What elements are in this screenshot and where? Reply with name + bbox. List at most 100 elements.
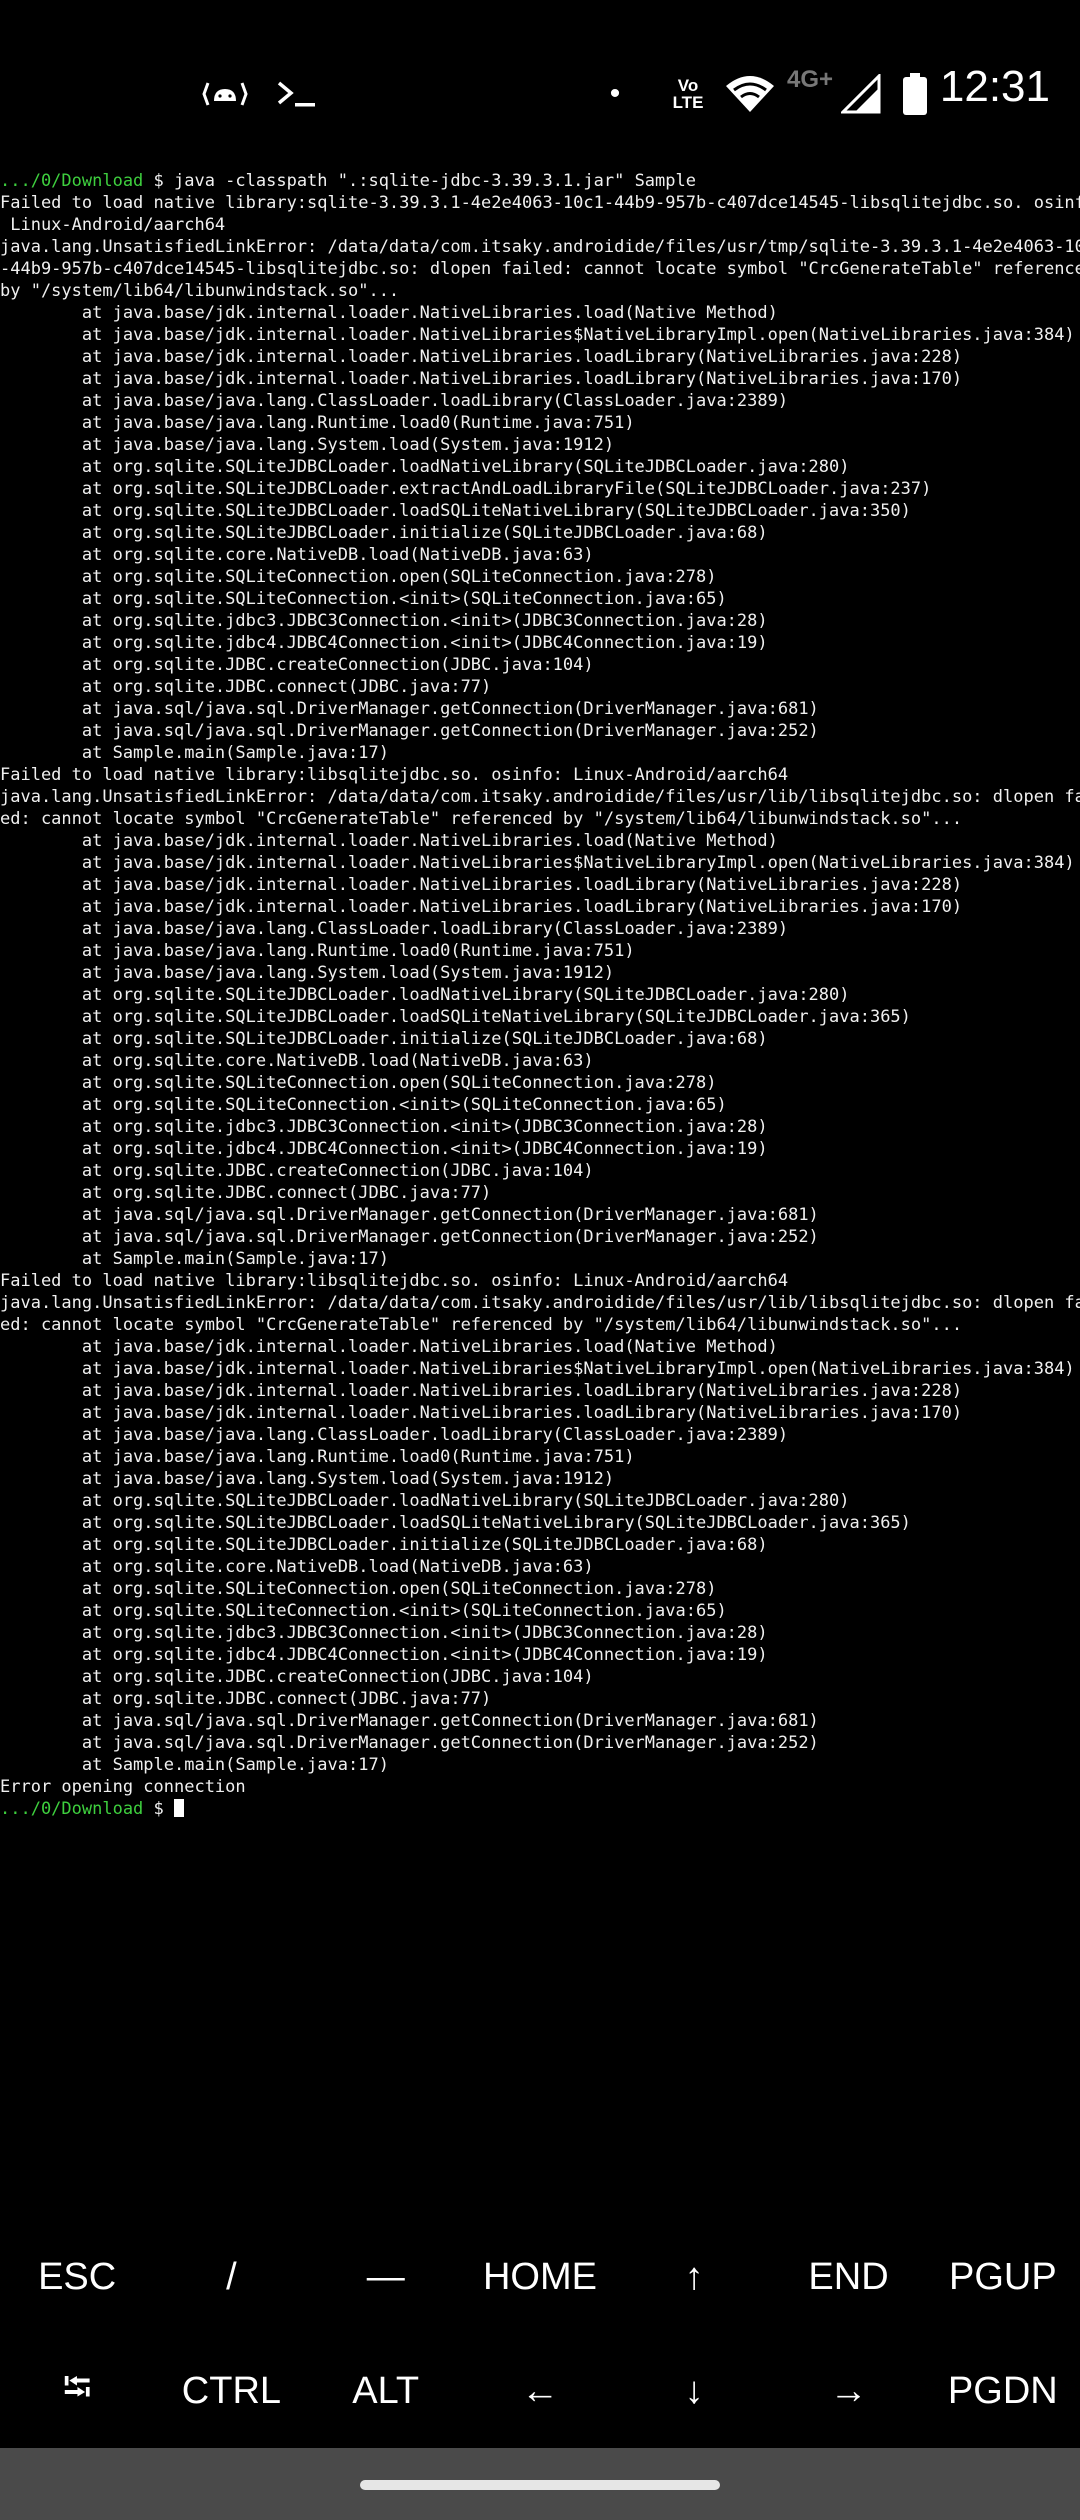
log-line: at java.base/jdk.internal.loader.NativeL…: [0, 1337, 778, 1357]
arrow-down-key[interactable]: ↓: [617, 2334, 771, 2448]
log-line: at org.sqlite.JDBC.connect(JDBC.java:77): [0, 1689, 492, 1709]
log-line: at java.base/java.lang.System.load(Syste…: [0, 963, 615, 983]
log-line: java.lang.UnsatisfiedLinkError: /data/da…: [0, 1293, 1080, 1313]
log-line: at java.base/jdk.internal.loader.NativeL…: [0, 897, 963, 917]
wifi-icon: [720, 64, 780, 124]
log-line: java.lang.UnsatisfiedLinkError: /data/da…: [0, 237, 1080, 257]
home-gesture-handle[interactable]: [360, 2480, 720, 2490]
android-debug-icon: [200, 64, 250, 124]
log-line: at org.sqlite.jdbc3.JDBC3Connection.<ini…: [0, 611, 768, 631]
log-line: at java.base/java.lang.Runtime.load0(Run…: [0, 941, 635, 961]
log-line: at org.sqlite.JDBC.connect(JDBC.java:77): [0, 677, 492, 697]
terminal-icon: [272, 64, 322, 124]
final-prompt[interactable]: .../0/Download $: [0, 1798, 1080, 1820]
log-line: at org.sqlite.SQLiteJDBCLoader.extractAn…: [0, 479, 932, 499]
log-line: at org.sqlite.SQLiteJDBCLoader.loadNativ…: [0, 1491, 850, 1511]
navigation-bar: [0, 2448, 1080, 2520]
log-line: at java.base/java.lang.Runtime.load0(Run…: [0, 413, 635, 433]
log-line: at org.sqlite.JDBC.createConnection(JDBC…: [0, 655, 594, 675]
log-line: at java.base/jdk.internal.loader.NativeL…: [0, 875, 963, 895]
page-down-key[interactable]: PGDN: [926, 2334, 1080, 2448]
log-line: at java.base/jdk.internal.loader.NativeL…: [0, 347, 963, 367]
log-line: at java.base/jdk.internal.loader.NativeL…: [0, 1381, 963, 1401]
dot-icon: •: [609, 77, 621, 110]
log-line: at java.sql/java.sql.DriverManager.getCo…: [0, 699, 819, 719]
log-lines: Failed to load native library:sqlite-3.3…: [0, 192, 1080, 1798]
4g-icon: 4G+: [786, 66, 834, 93]
extra-keys-bar: ESC / — HOME ↑ END PGUP ⭾ CTRL ALT ← ↓ → PGDN: [0, 2220, 1080, 2448]
status-bar: • Vo LTE 4G+ 12:31: [0, 0, 1080, 160]
log-line: Failed to load native library:sqlite-3.3…: [0, 193, 1080, 213]
battery-icon: [895, 64, 935, 124]
log-line: at java.base/jdk.internal.loader.NativeL…: [0, 1403, 963, 1423]
log-line: ed: cannot locate symbol "CrcGenerateTab…: [0, 809, 963, 829]
log-line: at org.sqlite.jdbc3.JDBC3Connection.<ini…: [0, 1117, 768, 1137]
log-line: at java.base/java.lang.System.load(Syste…: [0, 1469, 615, 1489]
tab-key[interactable]: ⭾: [0, 2334, 154, 2448]
log-line: at org.sqlite.jdbc4.JDBC4Connection.<ini…: [0, 1645, 768, 1665]
volte-icon: Vo LTE: [660, 64, 716, 124]
dash-key[interactable]: —: [309, 2220, 463, 2334]
command-text: $ java -classpath ".:sqlite-jdbc-3.39.3.…: [143, 171, 696, 191]
log-line: at java.base/java.lang.System.load(Syste…: [0, 435, 615, 455]
log-line: at Sample.main(Sample.java:17): [0, 743, 389, 763]
log-line: at org.sqlite.SQLiteJDBCLoader.initializ…: [0, 1029, 768, 1049]
extra-keys-row-2: ⭾ CTRL ALT ← ↓ → PGDN: [0, 2334, 1080, 2448]
log-line: at java.base/java.lang.ClassLoader.loadL…: [0, 1425, 789, 1445]
log-line: at org.sqlite.jdbc4.JDBC4Connection.<ini…: [0, 1139, 768, 1159]
arrow-right-key[interactable]: →: [771, 2334, 925, 2448]
log-line: at org.sqlite.JDBC.createConnection(JDBC…: [0, 1667, 594, 1687]
log-line: at org.sqlite.core.NativeDB.load(NativeD…: [0, 545, 594, 565]
home-key[interactable]: HOME: [463, 2220, 617, 2334]
terminal-output[interactable]: .../0/Download $ java -classpath ".:sqli…: [0, 170, 1080, 2210]
log-line: at java.sql/java.sql.DriverManager.getCo…: [0, 1227, 819, 1247]
log-line: at org.sqlite.SQLiteConnection.open(SQLi…: [0, 1579, 717, 1599]
page-up-key[interactable]: PGUP: [926, 2220, 1080, 2334]
log-line: at java.base/java.lang.Runtime.load0(Run…: [0, 1447, 635, 1467]
log-line: at org.sqlite.core.NativeDB.load(NativeD…: [0, 1557, 594, 1577]
arrow-left-key[interactable]: ←: [463, 2334, 617, 2448]
log-line: -44b9-957b-c407dce14545-libsqlitejdbc.so…: [0, 259, 1080, 279]
log-line: at org.sqlite.SQLiteJDBCLoader.loadNativ…: [0, 985, 850, 1005]
end-key[interactable]: END: [771, 2220, 925, 2334]
log-line: at org.sqlite.SQLiteConnection.open(SQLi…: [0, 567, 717, 587]
log-line: at org.sqlite.SQLiteJDBCLoader.initializ…: [0, 1535, 768, 1555]
log-line: ed: cannot locate symbol "CrcGenerateTab…: [0, 1315, 963, 1335]
log-line: at java.sql/java.sql.DriverManager.getCo…: [0, 1733, 819, 1753]
log-line: at java.base/java.lang.ClassLoader.loadL…: [0, 391, 789, 411]
log-line: at org.sqlite.JDBC.createConnection(JDBC…: [0, 1161, 594, 1181]
prompt-path: .../0/Download: [0, 171, 144, 191]
log-line: at java.base/jdk.internal.loader.NativeL…: [0, 303, 778, 323]
log-line: at org.sqlite.SQLiteJDBCLoader.loadSQLit…: [0, 1007, 911, 1027]
arrow-up-key[interactable]: ↑: [617, 2220, 771, 2334]
log-line: at org.sqlite.SQLiteJDBCLoader.initializ…: [0, 523, 768, 543]
log-line: at java.base/jdk.internal.loader.NativeL…: [0, 369, 963, 389]
log-line: java.lang.UnsatisfiedLinkError: /data/da…: [0, 787, 1080, 807]
log-line: at org.sqlite.SQLiteConnection.<init>(SQ…: [0, 1601, 727, 1621]
extra-keys-row-1: ESC / — HOME ↑ END PGUP: [0, 2220, 1080, 2334]
final-prompt-suffix: $: [143, 1799, 175, 1819]
log-line: at org.sqlite.SQLiteConnection.open(SQLi…: [0, 1073, 717, 1093]
esc-key[interactable]: ESC: [0, 2220, 154, 2334]
log-line: at org.sqlite.JDBC.connect(JDBC.java:77): [0, 1183, 492, 1203]
volte-label: Vo LTE: [672, 76, 704, 112]
signal-icon: [838, 64, 884, 124]
alt-key[interactable]: ALT: [309, 2334, 463, 2448]
slash-key[interactable]: /: [154, 2220, 308, 2334]
log-line: at org.sqlite.SQLiteConnection.<init>(SQ…: [0, 589, 727, 609]
clock: 12:31: [939, 62, 1050, 111]
log-line: at org.sqlite.core.NativeDB.load(NativeD…: [0, 1051, 594, 1071]
log-line: at java.base/jdk.internal.loader.NativeL…: [0, 853, 1075, 873]
command-line: .../0/Download $ java -classpath ".:sqli…: [0, 170, 1080, 192]
log-line: by "/system/lib64/libunwindstack.so"...: [0, 281, 400, 301]
log-line: at org.sqlite.SQLiteConnection.<init>(SQ…: [0, 1095, 727, 1115]
log-line: at java.base/jdk.internal.loader.NativeL…: [0, 1359, 1075, 1379]
log-line: at Sample.main(Sample.java:17): [0, 1755, 389, 1775]
ctrl-key[interactable]: CTRL: [154, 2334, 308, 2448]
log-line: at java.base/jdk.internal.loader.NativeL…: [0, 325, 1075, 345]
log-line: at java.base/jdk.internal.loader.NativeL…: [0, 831, 778, 851]
log-line: at org.sqlite.SQLiteJDBCLoader.loadNativ…: [0, 457, 850, 477]
text-cursor: [174, 1799, 185, 1817]
log-line: at java.sql/java.sql.DriverManager.getCo…: [0, 721, 819, 741]
log-line: at java.sql/java.sql.DriverManager.getCo…: [0, 1205, 819, 1225]
